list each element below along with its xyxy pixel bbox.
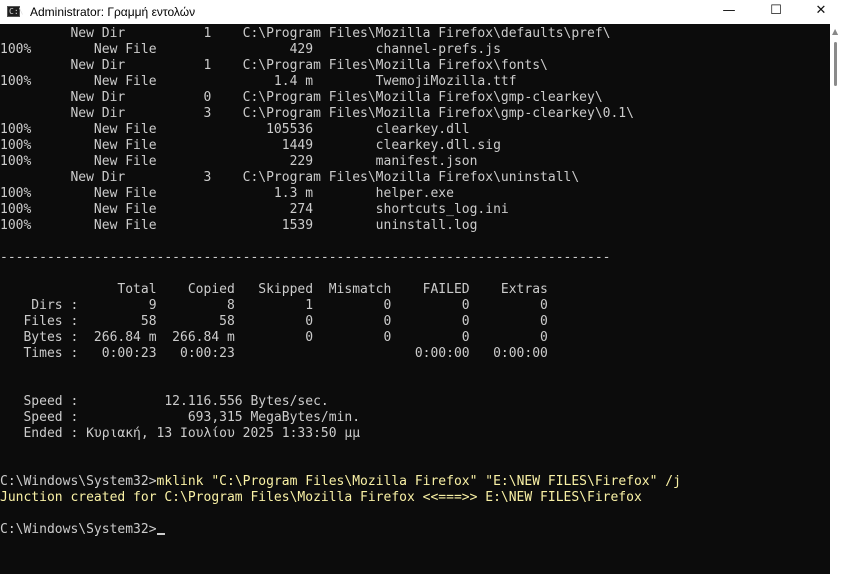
console-line: 100% New File 105536 clearkey.dll: [0, 122, 470, 137]
console-line: 100% New File 1.4 m TwemojiMozilla.ttf: [0, 74, 517, 89]
minimize-button[interactable]: —: [706, 0, 752, 24]
window-title: Administrator: Γραμμή εντολών: [30, 5, 196, 19]
console-line: New Dir 0 C:\Program Files\Mozilla Firef…: [0, 90, 603, 105]
command-prompt-icon: C:\: [7, 6, 24, 17]
console-line: ----------------------------------------…: [0, 250, 611, 265]
console-output[interactable]: New Dir 1 C:\Program Files\Mozilla Firef…: [0, 26, 830, 574]
console-lines: New Dir 1 C:\Program Files\Mozilla Firef…: [0, 26, 681, 538]
console-line: Files : 58 58 0 0 0 0: [0, 314, 548, 329]
command-output: Junction created for C:\Program Files\Mo…: [0, 490, 642, 505]
title-bar[interactable]: C:\ Administrator: Γραμμή εντολών — ☐ ✕: [0, 0, 842, 24]
console-line: 100% New File 1539 uninstall.log: [0, 218, 478, 233]
console-line: New Dir 3 C:\Program Files\Mozilla Firef…: [0, 106, 634, 121]
console-line: Total Copied Skipped Mismatch FAILED Ext…: [0, 282, 548, 297]
console-line: Dirs : 9 8 1 0 0 0: [0, 298, 548, 313]
console-line: New Dir 3 C:\Program Files\Mozilla Firef…: [0, 170, 580, 185]
console-line: 100% New File 229 manifest.json: [0, 154, 478, 169]
console-line: Times : 0:00:23 0:00:23 0:00:00 0:00:00: [0, 346, 548, 361]
console-line: New Dir 1 C:\Program Files\Mozilla Firef…: [0, 26, 611, 41]
command-line: C:\Windows\System32>mklink "C:\Program F…: [0, 474, 681, 490]
current-prompt-line[interactable]: C:\Windows\System32>: [0, 522, 681, 538]
console-line: Bytes : 266.84 m 266.84 m 0 0 0 0: [0, 330, 548, 345]
console-line: 100% New File 1.3 m helper.exe: [0, 186, 454, 201]
console-line: 100% New File 429 channel-prefs.js: [0, 42, 501, 57]
console-line: Speed : 12.116.556 Bytes/sec.: [0, 394, 329, 409]
command-text: mklink "C:\Program Files\Mozilla Firefox…: [156, 474, 681, 489]
console-line: 100% New File 1449 clearkey.dll.sig: [0, 138, 501, 153]
console-line: Speed : 693,315 MegaBytes/min.: [0, 410, 361, 425]
scroll-up-icon[interactable]: ▲: [832, 28, 838, 36]
vertical-scrollbar[interactable]: ▲: [830, 24, 842, 574]
close-button[interactable]: ✕: [798, 0, 842, 24]
console-line: New Dir 1 C:\Program Files\Mozilla Firef…: [0, 58, 548, 73]
maximize-button[interactable]: ☐: [753, 0, 799, 24]
console-line: Ended : Κυριακή, 13 Ιουλίου 2025 1:33:50…: [0, 426, 361, 441]
console-line: 100% New File 274 shortcuts_log.ini: [0, 202, 509, 217]
scrollbar-thumb[interactable]: [834, 42, 837, 86]
prompt-text: C:\Windows\System32>: [0, 522, 157, 537]
text-cursor: [156, 533, 165, 535]
prompt-text: C:\Windows\System32>: [0, 474, 157, 489]
